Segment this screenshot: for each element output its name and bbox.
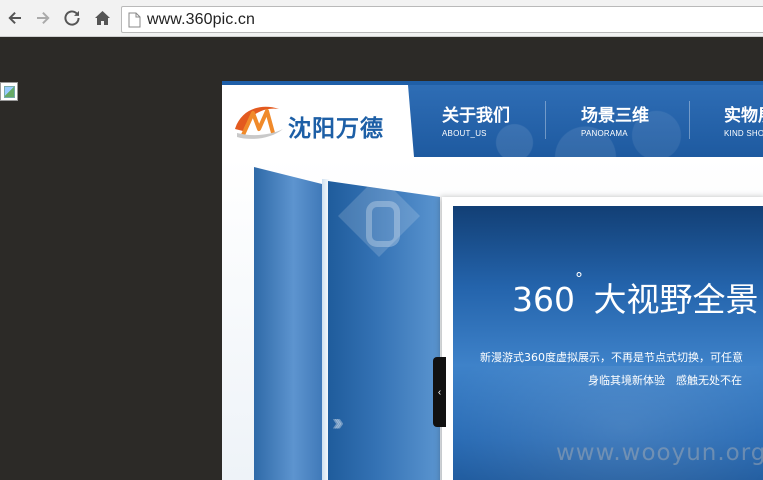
double-chevron-icon: ››› xyxy=(332,409,344,436)
nav-label: 关于我们 xyxy=(442,106,510,126)
nav-label: 实物展 xyxy=(724,106,763,126)
page-viewport: 沈阳万德 关于我们 ABOUT_US 场景三维 PANORAMA 实物展 KIN… xyxy=(0,38,763,480)
watermark: www.wooyun.org xyxy=(556,440,763,466)
back-arrow-icon[interactable] xyxy=(5,8,25,28)
site-logo[interactable]: 沈阳万德 xyxy=(222,85,412,157)
degree-symbol: ° xyxy=(575,269,583,288)
carousel-panel[interactable] xyxy=(254,167,326,480)
nav-item-kind-show[interactable]: 实物展 KIND SHO xyxy=(724,101,763,138)
address-bar[interactable]: www.360pic.cn xyxy=(121,6,763,33)
nav-sublabel: ABOUT_US xyxy=(442,129,487,138)
headline-number: 360 xyxy=(512,280,575,319)
banner-slide[interactable]: 360° 大视野全景 新漫游式360度虚拟展示，不再是节点式切换，可任意 身临其… xyxy=(453,206,763,480)
panorama-stage: ››› 360° 大视野全景 新漫游式360度虚拟展示，不再是节点式切换，可任意… xyxy=(222,157,763,480)
browser-toolbar: www.360pic.cn xyxy=(0,0,763,37)
chevron-left-icon: ‹ xyxy=(437,386,442,398)
nav-item-panorama[interactable]: 场景三维 PANORAMA xyxy=(581,101,649,138)
logo-text: 沈阳万德 xyxy=(288,116,384,142)
banner-headline: 360° 大视野全景 xyxy=(512,269,759,321)
forward-arrow-icon[interactable] xyxy=(33,8,53,28)
nav-sublabel: KIND SHO xyxy=(724,129,763,138)
broken-image-icon xyxy=(0,82,18,101)
main-nav: 关于我们 ABOUT_US 场景三维 PANORAMA 实物展 KIND SHO xyxy=(408,85,763,157)
website-frame: 沈阳万德 关于我们 ABOUT_US 场景三维 PANORAMA 实物展 KIN… xyxy=(222,81,763,480)
home-icon[interactable] xyxy=(92,8,112,28)
nav-divider xyxy=(545,101,546,139)
nav-item-about[interactable]: 关于我们 ABOUT_US xyxy=(442,101,510,138)
reload-icon[interactable] xyxy=(62,8,82,28)
collapse-tab[interactable]: ‹ xyxy=(433,357,446,427)
headline-text: 大视野全景 xyxy=(593,280,759,319)
nav-sublabel: PANORAMA xyxy=(581,129,628,138)
carousel-panel[interactable] xyxy=(328,181,440,480)
banner-description-line-1: 新漫游式360度虚拟展示，不再是节点式切换，可任意 xyxy=(480,351,743,364)
banner-description-line-2: 身临其境新体验 感触无处不在 xyxy=(588,374,742,387)
nav-divider xyxy=(689,101,690,139)
logo-swirl-icon xyxy=(235,106,283,139)
url-text: www.360pic.cn xyxy=(147,11,256,28)
nav-label: 场景三维 xyxy=(581,106,649,126)
page-icon xyxy=(128,12,141,33)
